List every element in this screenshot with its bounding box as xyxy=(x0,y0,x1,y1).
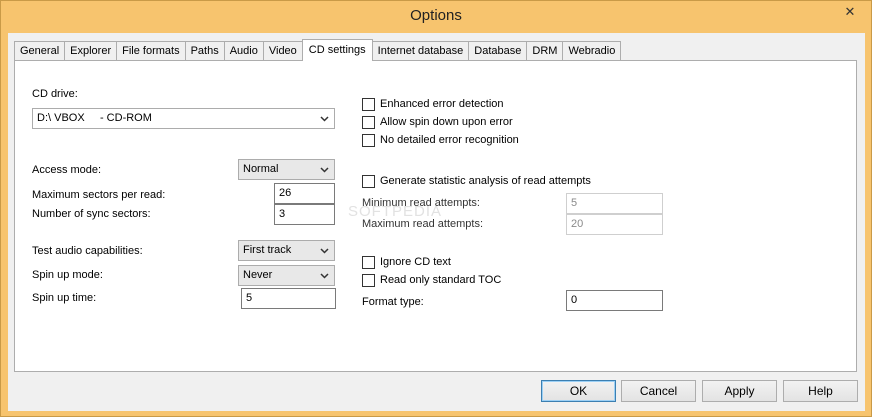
tab-general[interactable]: General xyxy=(14,41,66,60)
chevron-down-icon xyxy=(319,160,331,179)
spin-up-mode-select[interactable]: Never xyxy=(238,265,335,286)
tab-cd-settings[interactable]: CD settings xyxy=(301,39,373,61)
test-audio-value: First track xyxy=(243,244,292,256)
ignore-cd-text-label: Ignore CD text xyxy=(380,256,451,268)
format-type-label: Format type: xyxy=(362,296,424,308)
spin-up-mode-value: Never xyxy=(243,269,273,281)
options-window: Options ✕ General Explorer File formats Pat… xyxy=(0,0,872,417)
dialog-body: General Explorer File formats Paths Audio Vid… xyxy=(8,33,865,411)
ok-button[interactable]: OK xyxy=(541,380,616,402)
left-separator xyxy=(32,231,334,232)
cancel-button[interactable]: Cancel xyxy=(621,380,696,402)
read-only-toc-label: Read only standard TOC xyxy=(380,274,502,286)
tab-webradio[interactable]: Webradio xyxy=(562,41,622,60)
tab-drm[interactable]: DRM xyxy=(526,41,564,60)
test-audio-select[interactable]: First track xyxy=(238,240,335,261)
right-separator-2 xyxy=(362,243,658,244)
tab-paths[interactable]: Paths xyxy=(184,41,225,60)
window-title: Options xyxy=(410,7,462,24)
max-read-label: Maximum read attempts: xyxy=(362,218,484,230)
tab-file-formats[interactable]: File formats xyxy=(116,41,186,60)
access-mode-label: Access mode: xyxy=(32,164,102,176)
allow-spin-down-label: Allow spin down upon error xyxy=(380,116,513,128)
tab-internet-database[interactable]: Internet database xyxy=(371,41,470,60)
close-icon: ✕ xyxy=(844,4,856,19)
help-button[interactable]: Help xyxy=(783,380,858,402)
sync-sectors-input[interactable]: 3 xyxy=(274,204,335,225)
checkbox-box xyxy=(362,98,375,111)
checkbox-box xyxy=(362,256,375,269)
access-mode-value: Normal xyxy=(243,163,279,175)
checkbox-box xyxy=(362,175,375,188)
tab-strip: General Explorer File formats Paths Audio Vid… xyxy=(14,39,622,61)
apply-button[interactable]: Apply xyxy=(702,380,777,402)
tab-database[interactable]: Database xyxy=(468,41,528,60)
spin-up-time-label: Spin up time: xyxy=(32,292,97,304)
right-separator-1 xyxy=(362,158,658,159)
min-read-label: Minimum read attempts: xyxy=(362,197,480,209)
sync-sectors-label: Number of sync sectors: xyxy=(32,208,151,220)
spin-up-time-input[interactable]: 5 xyxy=(241,288,336,309)
checkbox-box xyxy=(362,134,375,147)
tab-video[interactable]: Video xyxy=(262,41,303,60)
chevron-down-icon xyxy=(319,109,331,128)
format-type-input[interactable]: 0 xyxy=(566,290,663,311)
chevron-down-icon xyxy=(319,241,331,260)
checkbox-box xyxy=(362,274,375,287)
title-bar[interactable]: Options ✕ xyxy=(1,1,871,33)
no-detailed-error-label: No detailed error recognition xyxy=(380,134,519,146)
chevron-down-icon xyxy=(319,266,331,285)
min-read-input[interactable]: 5 xyxy=(566,193,663,214)
cd-settings-panel: SOFTPEDIA CD drive: D:\ VBOX - CD-ROM Ac… xyxy=(14,60,857,372)
spin-up-mode-label: Spin up mode: xyxy=(32,269,103,281)
generate-statistic-label: Generate statistic analysis of read atte… xyxy=(380,175,591,187)
max-read-input[interactable]: 20 xyxy=(566,214,663,235)
cd-drive-value: D:\ VBOX - CD-ROM xyxy=(37,112,152,124)
tab-audio[interactable]: Audio xyxy=(223,41,264,60)
enhanced-error-label: Enhanced error detection xyxy=(380,98,504,110)
access-mode-select[interactable]: Normal xyxy=(238,159,335,180)
checkbox-box xyxy=(362,116,375,129)
cd-drive-select[interactable]: D:\ VBOX - CD-ROM xyxy=(32,108,335,129)
max-sectors-label: Maximum sectors per read: xyxy=(32,189,166,201)
cd-drive-label: CD drive: xyxy=(32,88,78,100)
test-audio-label: Test audio capabilities: xyxy=(32,245,143,257)
close-button[interactable]: ✕ xyxy=(835,2,865,22)
max-sectors-input[interactable]: 26 xyxy=(274,183,335,204)
tab-explorer[interactable]: Explorer xyxy=(64,41,118,60)
